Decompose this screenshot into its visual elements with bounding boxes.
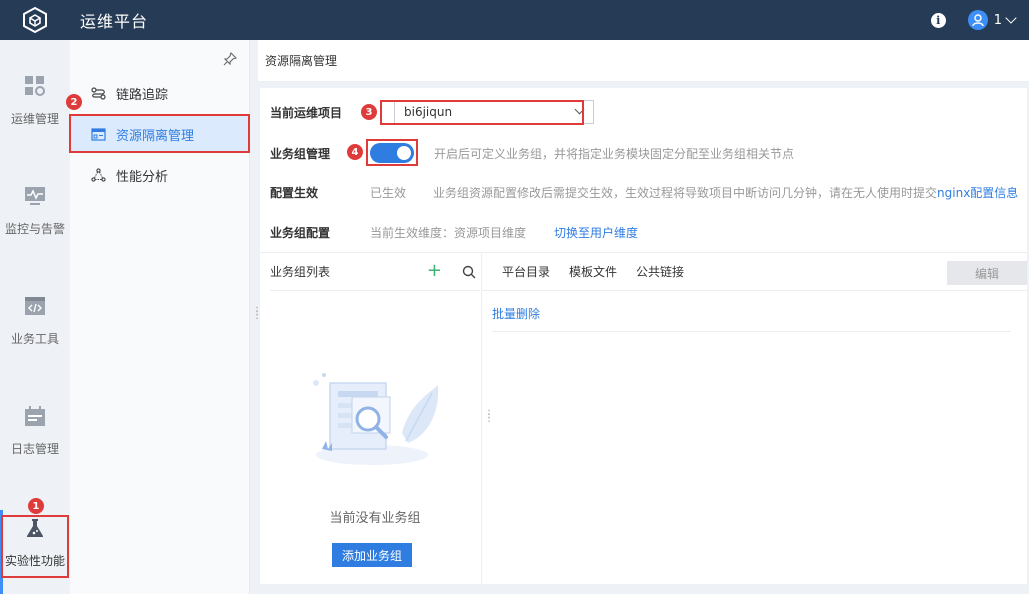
pin-icon[interactable] <box>223 51 238 69</box>
current-project-label: 当前运维项目 <box>270 105 343 120</box>
annotation-badge-2: 2 <box>66 94 82 110</box>
add-icon[interactable]: + <box>427 262 442 280</box>
rail-item-monitoring[interactable]: 监控与告警 <box>0 184 70 274</box>
rail-item-log-management[interactable]: 日志管理 <box>0 404 70 494</box>
page-title: 资源隔离管理 <box>258 40 1029 82</box>
empty-state-text: 当前没有业务组 <box>329 511 421 526</box>
tab-public-links[interactable]: 公共链接 <box>636 263 684 280</box>
annotation-badge-4: 4 <box>347 144 363 160</box>
config-effective-label: 配置生效 <box>270 185 319 200</box>
grid-gear-icon <box>23 74 47 98</box>
chevron-down-icon[interactable] <box>1005 12 1017 24</box>
group-workspace: 业务组列表 + 当前没有业务组 添加业务组 ⋮ ⋮ 平台目录 模板文件 公共链接… <box>260 252 1027 585</box>
rail-item-label: 监控与告警 <box>4 222 65 236</box>
tab-template-files[interactable]: 模板文件 <box>569 263 617 280</box>
annotation-box-3 <box>380 100 584 125</box>
switch-dimension-link[interactable]: 切换至用户维度 <box>554 224 638 241</box>
group-list-header: 业务组列表 + <box>270 253 480 291</box>
code-window-icon <box>23 294 47 318</box>
info-icon[interactable]: i <box>930 12 946 28</box>
group-detail-panel: 平台目录 模板文件 公共链接 编辑 批量删除 <box>482 253 1027 585</box>
detail-tabs: 平台目录 模板文件 公共链接 编辑 <box>482 253 1027 291</box>
subnav-item-trace[interactable]: 链路追踪 <box>70 74 250 112</box>
add-group-button[interactable]: 添加业务组 <box>332 543 412 567</box>
rail-item-label: 日志管理 <box>10 442 59 456</box>
subnav-item-performance[interactable]: 性能分析 <box>70 156 250 194</box>
user-avatar-icon[interactable] <box>967 10 988 30</box>
config-effective-hint: 业务组资源配置修改后需提交生效，生效过程将导致项目中断访问几分钟，请在无人使用时… <box>433 185 938 200</box>
rail-item-ops-management[interactable]: 运维管理 <box>0 74 70 164</box>
edit-button[interactable]: 编辑 <box>947 261 1027 285</box>
group-config-label: 业务组配置 <box>270 225 331 240</box>
rail-item-business-tools[interactable]: 业务工具 <box>0 294 70 384</box>
empty-state-illustration-icon <box>310 363 440 476</box>
performance-icon <box>90 167 106 183</box>
subnav-item-label: 链路追踪 <box>116 87 169 103</box>
subnav-item-label: 性能分析 <box>116 169 169 185</box>
app-title: 运维平台 <box>80 12 149 31</box>
calendar-log-icon <box>23 404 47 428</box>
annotation-badge-3: 3 <box>361 104 377 120</box>
platform-logo-icon[interactable] <box>0 0 70 40</box>
group-list-title: 业务组列表 <box>270 265 331 279</box>
annotation-box-4 <box>366 139 418 166</box>
divider <box>492 331 1011 332</box>
annotation-box-1 <box>1 515 69 578</box>
annotation-badge-1: 1 <box>28 498 44 514</box>
top-bar: 运维平台 i 1 <box>0 0 1029 40</box>
group-management-label: 业务组管理 <box>270 146 331 161</box>
trace-icon <box>90 85 106 101</box>
config-effective-status: 已生效 <box>370 185 407 200</box>
group-management-hint: 开启后可定义业务组，并将指定业务模块固定分配至业务组相关节点 <box>434 146 795 161</box>
nginx-config-link[interactable]: nginx配置信息 <box>937 184 1018 201</box>
monitor-pulse-icon <box>23 184 47 208</box>
tab-platform-directory[interactable]: 平台目录 <box>502 263 550 280</box>
config-effective-row: 配置生效 已生效 业务组资源配置修改后需提交生效，生效过程将导致项目中断访问几分… <box>270 180 1029 204</box>
rail-item-label: 业务工具 <box>10 332 59 346</box>
user-name[interactable]: 1 <box>994 13 1002 28</box>
search-icon[interactable] <box>462 265 476 282</box>
annotation-box-2 <box>69 114 250 153</box>
group-config-dimension: 当前生效维度：资源项目维度 <box>370 225 527 240</box>
batch-delete-link[interactable]: 批量删除 <box>492 305 540 322</box>
main-content: 资源隔离管理 当前运维项目 bi6jiqun 业务组管理 开启后可定义业务组，并… <box>258 40 1029 594</box>
group-list-panel: 业务组列表 + 当前没有业务组 添加业务组 <box>270 253 480 585</box>
rail-item-label: 运维管理 <box>10 112 59 126</box>
group-config-row: 业务组配置 当前生效维度：资源项目维度 切换至用户维度 <box>270 220 1029 244</box>
